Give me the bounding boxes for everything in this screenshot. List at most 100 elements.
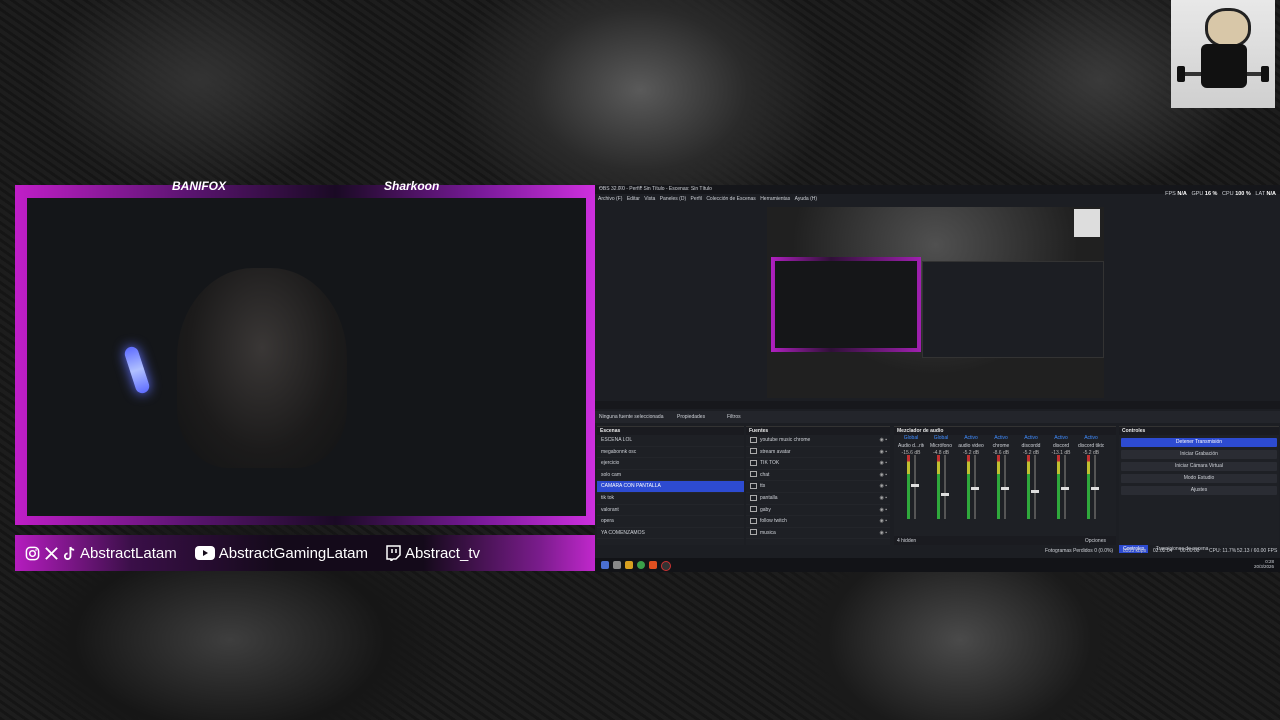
source-item[interactable]: musica ◉ ▪: [746, 528, 890, 540]
stop-stream-button[interactable]: Detener Transmisión: [1121, 438, 1277, 447]
eye-icon[interactable]: ◉ ▪: [879, 458, 887, 469]
scene-item[interactable]: YA COMENZAMOS: [597, 528, 744, 540]
controls-header: Controles: [1119, 427, 1279, 435]
social-item-latam: AbstractLatam: [25, 545, 185, 562]
eye-icon[interactable]: ◉ ▪: [879, 481, 887, 492]
channel-name: discord tiktok: [1078, 443, 1104, 449]
mixer-channel: Activo chrome -8.6 dB: [988, 435, 1014, 543]
scene-item[interactable]: solo cam: [597, 470, 744, 482]
source-label: gaby: [760, 506, 771, 513]
volume-slider-handle[interactable]: [911, 483, 919, 487]
scene-item[interactable]: opera: [597, 516, 744, 528]
social-handle-twitch: Abstract_tv: [404, 544, 480, 562]
source-item[interactable]: follow twitch ◉ ▪: [746, 516, 890, 528]
eye-icon[interactable]: ◉ ▪: [879, 528, 887, 539]
folder-icon[interactable]: [625, 561, 633, 569]
scene-item-selected[interactable]: CAMARA CON PANTALLA: [597, 481, 744, 493]
mascot-body: [1201, 44, 1247, 88]
menu-perfil[interactable]: Perfil: [691, 196, 702, 202]
obs-preview[interactable]: [767, 207, 1104, 398]
source-item[interactable]: pantalla ◉ ▪: [746, 493, 890, 505]
source-item[interactable]: youtube music chrome ◉ ▪: [746, 435, 890, 447]
settings-button[interactable]: Ajustes: [1121, 486, 1277, 495]
mixer-channel: Activo discord -13.1 dB: [1048, 435, 1074, 543]
menu-paneles[interactable]: Paneles (D): [660, 196, 686, 202]
channel-db: -4.8 dB: [932, 450, 950, 456]
social-item-twitch: Abstract_tv: [386, 545, 488, 562]
volume-meter: [967, 455, 970, 519]
start-icon[interactable]: [601, 561, 609, 569]
filters-button[interactable]: Filtros: [727, 414, 741, 420]
clock-date: 20/3/2026: [1253, 564, 1274, 569]
lat-value: N/A: [1266, 191, 1276, 197]
volume-slider[interactable]: [1034, 455, 1036, 519]
taskbar-clock: 0:28 20/3/2026: [1254, 559, 1274, 569]
menu-editar[interactable]: Editar: [627, 196, 640, 202]
studio-mode-button[interactable]: Modo Estudio: [1121, 474, 1277, 483]
source-item[interactable]: gaby ◉ ▪: [746, 505, 890, 517]
scenes-header: Escenas: [597, 427, 744, 435]
volume-slider-handle[interactable]: [1091, 487, 1099, 490]
mixer-channel: Activo discord tiktok-5.2 dB: [1078, 435, 1104, 543]
gpu-label: GPU: [1191, 191, 1204, 197]
scene-item[interactable]: ESCENA LOL: [597, 435, 744, 447]
controls-panel: Controles Detener Transmisión Iniciar Gr…: [1119, 426, 1279, 545]
eye-icon[interactable]: ◉ ▪: [879, 447, 887, 458]
menu-coleccion[interactable]: Colección de Escenas: [706, 196, 755, 202]
fps-label: FPS: [1165, 191, 1176, 197]
eye-icon[interactable]: ◉ ▪: [879, 493, 887, 504]
channel-db: -5.2 dB: [962, 450, 980, 456]
eye-icon[interactable]: ◉ ▪: [879, 435, 887, 446]
bitrate: 8533 kbps: [1123, 548, 1147, 554]
volume-slider-handle[interactable]: [1031, 490, 1039, 494]
audio-mixer-panel: Mezclador de audio Global Audio d...ritor…: [894, 426, 1116, 545]
source-type-icon: [750, 506, 757, 513]
scenes-panel: Escenas ESCENA LOL megabonnk osc ejercic…: [597, 426, 744, 545]
menu-archivo[interactable]: Archivo (F): [598, 196, 622, 202]
webcam-feed: [27, 198, 586, 516]
eye-icon[interactable]: ◉ ▪: [879, 505, 887, 516]
channel-tag: Activo: [994, 435, 1008, 441]
scene-item[interactable]: valorant: [597, 505, 744, 517]
mixer-footer: 4 hidden Opciones: [894, 536, 1116, 545]
source-item[interactable]: stream avatar ◉ ▪: [746, 447, 890, 459]
channel-name: Audio d...ritorio: [898, 443, 924, 449]
source-item[interactable]: TIK TOK ◉ ▪: [746, 458, 890, 470]
virtual-camera-button[interactable]: Iniciar Cámara Virtual: [1121, 462, 1277, 471]
menu-vista[interactable]: Vista: [644, 196, 655, 202]
taskview-icon[interactable]: [613, 561, 621, 569]
properties-button[interactable]: Propiedades: [677, 414, 705, 420]
mixer-options-button[interactable]: Opciones: [1085, 538, 1106, 544]
volume-slider[interactable]: [944, 455, 946, 519]
source-item[interactable]: chat ◉ ▪: [746, 470, 890, 482]
hidden-count: 4 hidden: [897, 538, 917, 544]
volume-slider-handle[interactable]: [1061, 487, 1069, 490]
social-item-youtube: AbstractGamingLatam: [194, 545, 376, 562]
source-type-icon: [750, 436, 757, 443]
eye-icon[interactable]: ◉ ▪: [879, 516, 887, 527]
channel-tag: Activo: [1054, 435, 1068, 441]
scene-item[interactable]: tik tok: [597, 493, 744, 505]
volume-meter: [997, 455, 1000, 519]
scene-item[interactable]: megabonnk osc: [597, 447, 744, 459]
volume-slider[interactable]: [914, 455, 916, 519]
volume-slider-handle[interactable]: [971, 487, 979, 490]
source-item[interactable]: tts ◉ ▪: [746, 481, 890, 493]
fps-readout: 52.13 / 60.00 FPS: [1237, 548, 1278, 554]
scene-item[interactable]: ejercicio: [597, 458, 744, 470]
menu-herramientas[interactable]: Herramientas: [760, 196, 790, 202]
obs-perf-stats: FPS N/A GPU 16 % CPU 100 % LAT N/A: [1165, 191, 1276, 197]
menu-ayuda[interactable]: Ayuda (H): [795, 196, 817, 202]
volume-slider-handle[interactable]: [1001, 487, 1009, 490]
volume-slider-handle[interactable]: [941, 493, 949, 497]
source-type-icon: [750, 517, 757, 524]
source-type-icon: [750, 529, 757, 536]
source-label: stream avatar: [760, 448, 791, 455]
channel-tag: Global: [903, 435, 919, 441]
eye-icon[interactable]: ◉ ▪: [879, 470, 887, 481]
chrome-icon[interactable]: [637, 561, 645, 569]
obs-icon[interactable]: [661, 561, 671, 571]
start-recording-button[interactable]: Iniciar Grabación: [1121, 450, 1277, 459]
channel-db: -13.1 dB: [1051, 450, 1071, 456]
app-icon[interactable]: [649, 561, 657, 569]
